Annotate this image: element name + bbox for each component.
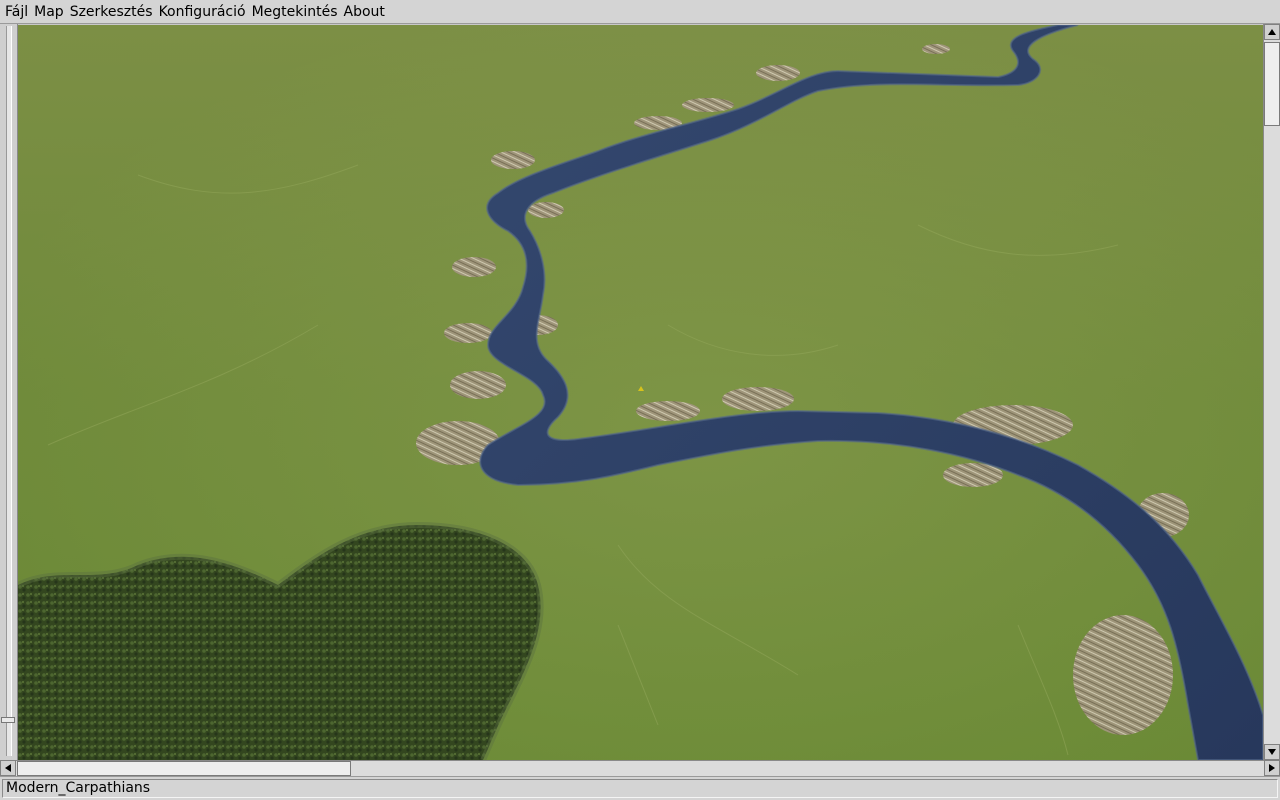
menu-configuration[interactable]: Konfiguráció (156, 1, 249, 23)
menu-edit[interactable]: Szerkesztés (67, 1, 156, 23)
left-strip-handle[interactable] (1, 717, 15, 723)
status-map-name: Modern_Carpathians (2, 779, 1278, 798)
vertical-scrollbar[interactable] (1263, 24, 1280, 760)
menu-file[interactable]: Fájl (2, 1, 31, 23)
left-strip-groove (6, 26, 12, 756)
menu-bar: Fájl Map Szerkesztés Konfiguráció Megtek… (0, 0, 1280, 24)
terrain-render[interactable] (18, 25, 1263, 760)
right-arrow-icon[interactable] (1264, 760, 1280, 776)
menu-about[interactable]: About (341, 1, 388, 23)
menu-view[interactable]: Megtekintés (249, 1, 341, 23)
status-bar: Modern_Carpathians (0, 776, 1280, 800)
vertical-scroll-thumb[interactable] (1264, 42, 1280, 126)
horizontal-scrollbar[interactable] (0, 760, 1280, 776)
left-resize-strip[interactable] (0, 24, 18, 760)
up-arrow-icon[interactable] (1264, 24, 1280, 40)
map-viewport[interactable] (18, 25, 1263, 760)
left-arrow-icon[interactable] (0, 760, 16, 776)
menu-map[interactable]: Map (31, 1, 67, 23)
horizontal-scroll-thumb[interactable] (17, 761, 351, 776)
down-arrow-icon[interactable] (1264, 744, 1280, 760)
